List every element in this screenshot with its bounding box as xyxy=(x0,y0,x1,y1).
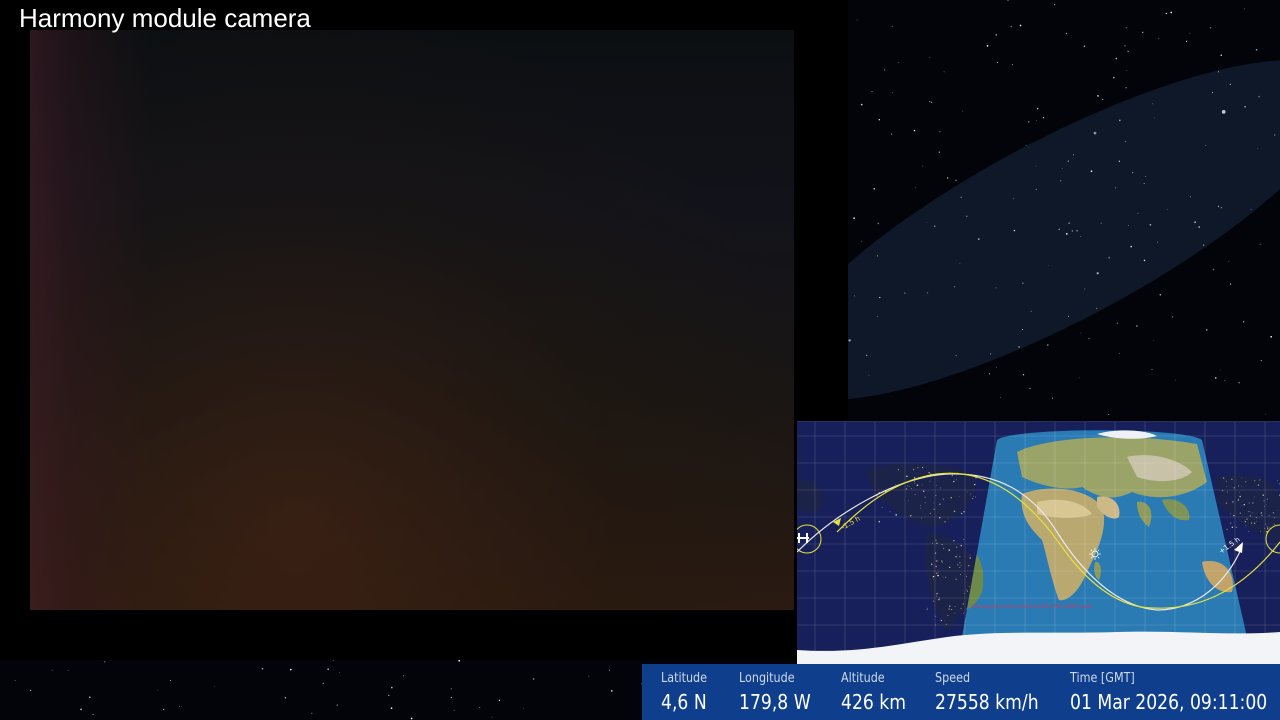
latitude-label: Latitude xyxy=(661,671,708,686)
camera-title: Harmony module camera xyxy=(19,3,311,33)
world-map: -1.5 h +1.5 h Passed grab source results… xyxy=(797,422,1280,664)
camera-frame xyxy=(0,0,848,660)
camera-feed xyxy=(30,30,794,610)
speed-value: 27558 km/h xyxy=(935,690,1039,714)
ground-track-map: -1.5 h +1.5 h Passed grab source results… xyxy=(797,421,1280,664)
telemetry-bar: Latitude 4,6 N Longitude 179,8 W Altitud… xyxy=(642,664,1280,720)
speed-label: Speed xyxy=(935,671,971,686)
altitude-value: 426 km xyxy=(841,690,907,714)
altitude-label: Altitude xyxy=(841,671,885,686)
time-value: 01 Mar 2026, 09:11:00 xyxy=(1070,690,1268,714)
longitude-label: Longitude xyxy=(739,671,795,686)
map-footnote: Passed grab source results 28 Feb 1700, … xyxy=(972,604,1092,610)
longitude-value: 179,8 W xyxy=(739,690,811,714)
iss-live-view: Harmony module camera -1.5 h +1.5 h Pass… xyxy=(0,0,1280,720)
time-label: Time [GMT] xyxy=(1070,671,1135,686)
latitude-value: 4,6 N xyxy=(661,690,707,714)
